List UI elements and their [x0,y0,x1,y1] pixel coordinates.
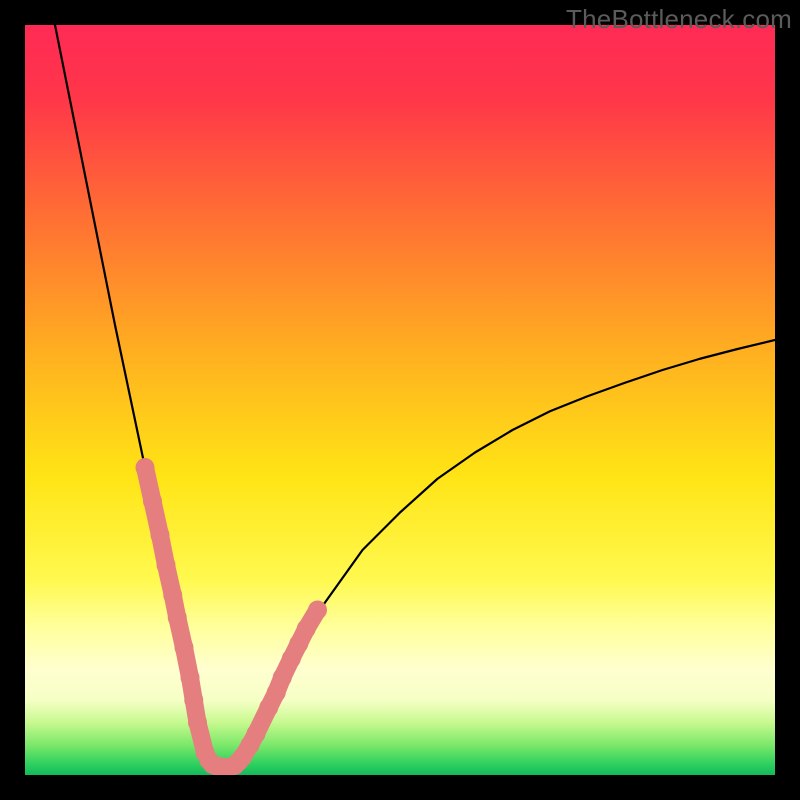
plot-background [25,25,775,775]
chart-frame: TheBottleneck.com [0,0,800,800]
watermark-text: TheBottleneck.com [566,4,792,35]
bottleneck-chart [25,25,775,775]
marker-dot [308,601,327,620]
